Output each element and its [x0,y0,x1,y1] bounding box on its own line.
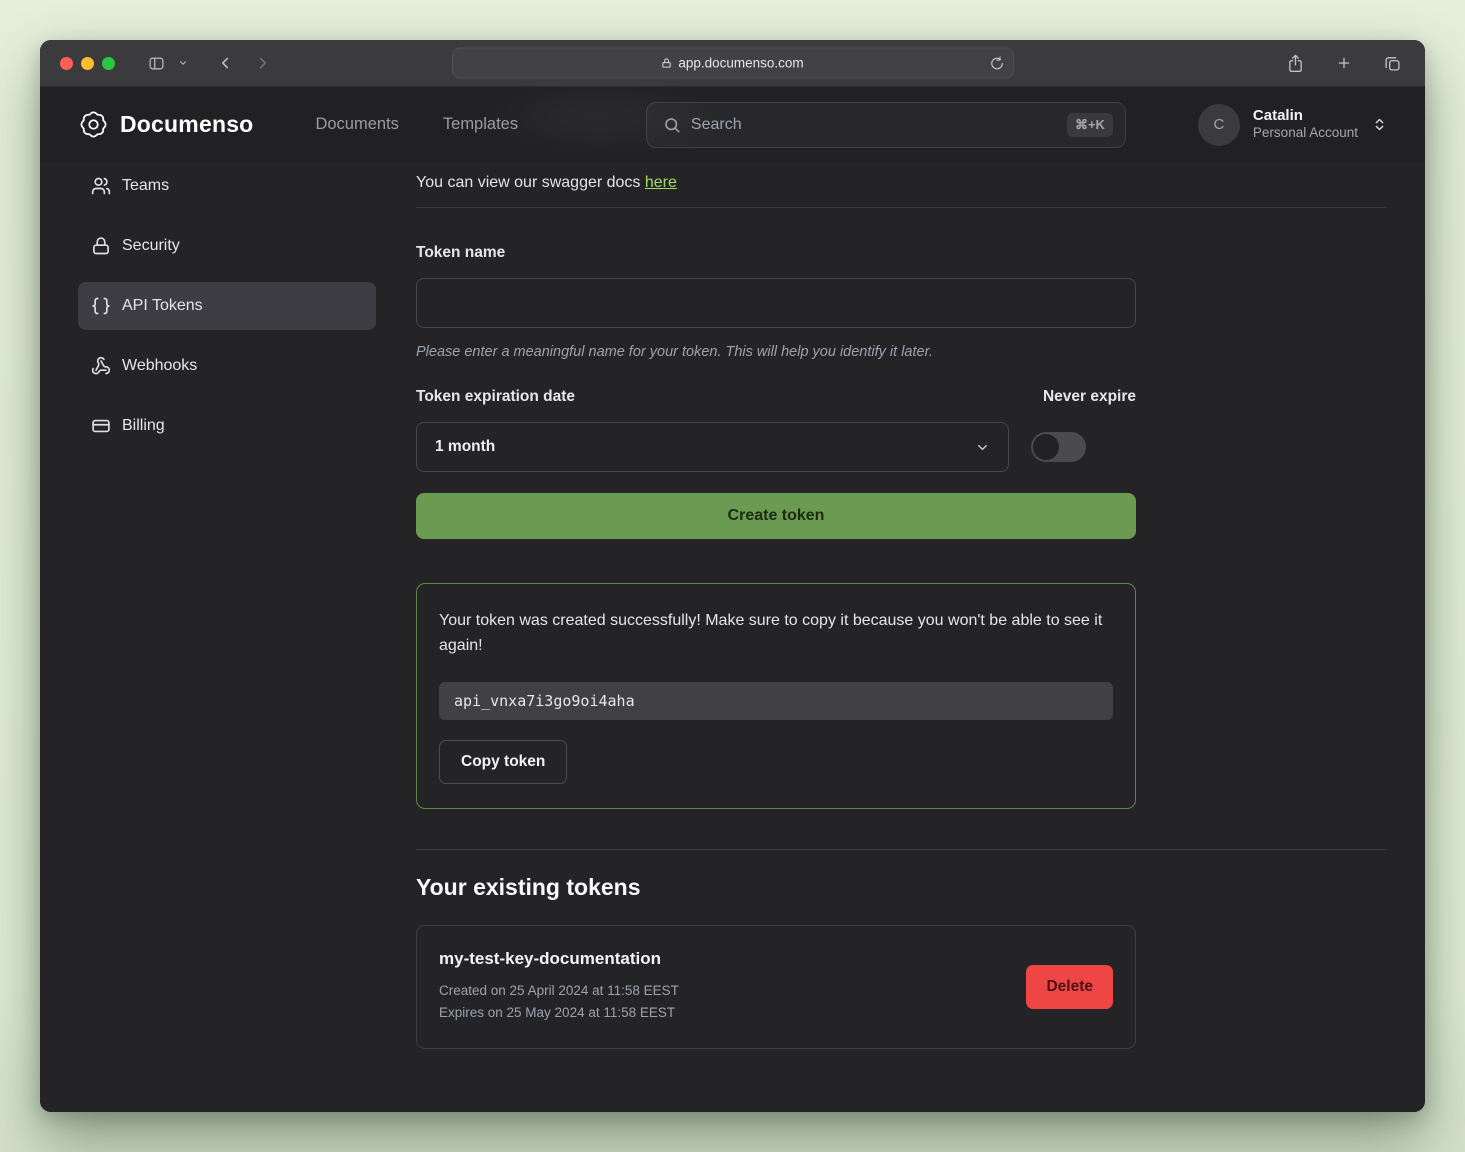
sidebar-item-webhooks[interactable]: Webhooks [78,342,376,390]
sidebar-item-label: API Tokens [122,297,203,315]
never-expire-label: Never expire [1043,388,1136,406]
sidebar-item-billing[interactable]: Billing [78,402,376,450]
url-text: app.documenso.com [678,56,803,71]
divider [416,207,1387,208]
account-menu[interactable]: C Catalin Personal Account [1198,104,1387,146]
divider [416,849,1387,850]
zoom-window-button[interactable] [102,57,115,70]
token-card: my-test-key-documentation Created on 25 … [416,925,1136,1050]
address-bar[interactable]: app.documenso.com [452,48,1014,79]
existing-tokens-heading: Your existing tokens [416,874,1387,901]
sidebar-item-label: Webhooks [122,357,197,375]
expiration-select[interactable]: 1 month [416,422,1009,472]
app-content: Documenso Documents Templates ⌘+K C Cata… [40,87,1425,1112]
chevron-down-icon [975,440,990,455]
swagger-docs-link[interactable]: here [645,174,677,191]
token-created-date: Created on 25 April 2024 at 11:58 EEST [439,980,679,1003]
app-header: Documenso Documents Templates ⌘+K C Cata… [40,87,1425,162]
braces-icon [91,296,111,316]
token-name-input[interactable] [416,278,1136,328]
users-icon [91,176,111,196]
chevrons-up-down-icon [1372,117,1387,132]
expiration-selected-value: 1 month [435,438,495,456]
chevron-down-icon[interactable] [174,54,192,72]
brand-name: Documenso [120,111,253,138]
token-card-name: my-test-key-documentation [439,949,679,969]
sidebar-item-teams[interactable]: Teams [78,162,376,210]
account-type: Personal Account [1253,125,1358,142]
search-input[interactable] [691,116,1057,134]
nav-documents[interactable]: Documents [315,115,398,134]
account-name: Catalin [1253,107,1358,126]
token-expires-date: Expires on 25 May 2024 at 11:58 EEST [439,1002,679,1025]
share-icon[interactable] [1283,50,1308,77]
tab-overview-icon[interactable] [1380,51,1405,76]
minimize-window-button[interactable] [81,57,94,70]
credit-card-icon [91,416,111,436]
reload-icon[interactable] [990,56,1004,70]
token-name-label: Token name [416,244,1387,262]
create-token-button[interactable]: Create token [416,493,1136,539]
close-window-button[interactable] [60,57,73,70]
sidebar-item-label: Billing [122,417,165,435]
sidebar-toggle-icon[interactable] [143,51,170,76]
browser-window: app.documenso.com [40,40,1425,1112]
sidebar-item-api-tokens[interactable]: API Tokens [78,282,376,330]
webhook-icon [91,356,111,376]
sidebar-item-label: Teams [122,177,169,195]
token-value-field[interactable]: api_vnxa7i3go9oi4aha [439,682,1113,720]
token-created-alert: Your token was created successfully! Mak… [416,583,1136,809]
nav-templates[interactable]: Templates [443,115,518,134]
lock-icon [661,58,672,69]
toggle-knob [1033,434,1059,460]
main-nav: Documents Templates [315,115,518,134]
back-icon[interactable] [212,50,238,76]
delete-token-button[interactable]: Delete [1026,965,1113,1009]
swagger-text: You can view our swagger docs [416,174,645,191]
token-created-message: Your token was created successfully! Mak… [439,608,1113,659]
forward-icon[interactable] [250,50,276,76]
token-name-helper: Please enter a meaningful name for your … [416,344,1136,360]
avatar: C [1198,104,1240,146]
sidebar-item-security[interactable]: Security [78,222,376,270]
search-shortcut-badge: ⌘+K [1067,113,1113,137]
copy-token-button[interactable]: Copy token [439,740,567,784]
search-bar[interactable]: ⌘+K [646,102,1126,148]
swagger-docs-line: You can view our swagger docs here [416,174,1387,192]
new-tab-icon[interactable] [1332,51,1356,75]
sidebar-item-label: Security [122,237,180,255]
brand[interactable]: Documenso [78,109,253,140]
traffic-lights [60,57,115,70]
documenso-logo-icon [78,109,109,140]
settings-sidebar: Teams Security API Tokens [78,162,376,1049]
api-tokens-panel: You can view our swagger docs here Token… [416,162,1387,1049]
expiration-label: Token expiration date [416,388,575,406]
browser-chrome: app.documenso.com [40,40,1425,87]
never-expire-toggle[interactable] [1031,432,1086,462]
search-icon [663,116,681,134]
lock-icon [91,236,111,256]
